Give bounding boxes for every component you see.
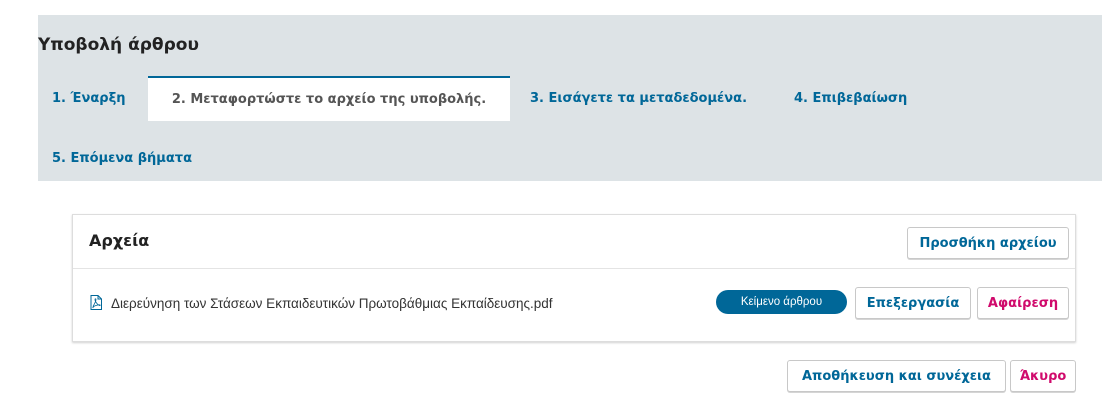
edit-file-button[interactable]: Επεξεργασία bbox=[855, 287, 971, 319]
files-panel-header: Αρχεία Προσθήκη αρχείου bbox=[73, 215, 1075, 269]
tab-confirmation[interactable]: 4. Επιβεβαίωση bbox=[794, 76, 924, 121]
page-title: Υποβολή άρθρου bbox=[38, 35, 199, 55]
tab-content: Αρχεία Προσθήκη αρχείου Διερεύνηση των Σ… bbox=[38, 181, 1102, 403]
file-row: Διερεύνηση των Στάσεων Εκπαιδευτικών Πρω… bbox=[73, 269, 1075, 342]
file-genre-badge: Κείμενο άρθρου bbox=[716, 290, 847, 314]
tab-next-steps[interactable]: 5. Επόμενα βήματα bbox=[52, 136, 212, 180]
file-name[interactable]: Διερεύνηση των Στάσεων Εκπαιδευτικών Πρω… bbox=[111, 296, 553, 311]
files-panel: Αρχεία Προσθήκη αρχείου Διερεύνηση των Σ… bbox=[72, 214, 1076, 342]
save-and-continue-button[interactable]: Αποθήκευση και συνέχεια bbox=[787, 360, 1006, 392]
files-panel-title: Αρχεία bbox=[89, 231, 150, 250]
tab-enter-metadata[interactable]: 3. Εισάγετε τα μεταδεδομένα. bbox=[530, 76, 770, 121]
remove-file-button[interactable]: Αφαίρεση bbox=[977, 287, 1069, 319]
cancel-button[interactable]: Άκυρο bbox=[1010, 360, 1076, 392]
submission-wizard: Υποβολή άρθρου 1. Έναρξη 2. Μεταφορτώστε… bbox=[38, 15, 1102, 403]
add-file-button[interactable]: Προσθήκη αρχείου bbox=[907, 227, 1069, 259]
tab-start[interactable]: 1. Έναρξη bbox=[52, 76, 132, 121]
tab-upload-files[interactable]: 2. Μεταφορτώστε το αρχείο της υποβολής. bbox=[148, 76, 510, 121]
wizard-tabs: 1. Έναρξη 2. Μεταφορτώστε το αρχείο της … bbox=[38, 76, 1102, 121]
pdf-file-icon bbox=[90, 295, 102, 310]
